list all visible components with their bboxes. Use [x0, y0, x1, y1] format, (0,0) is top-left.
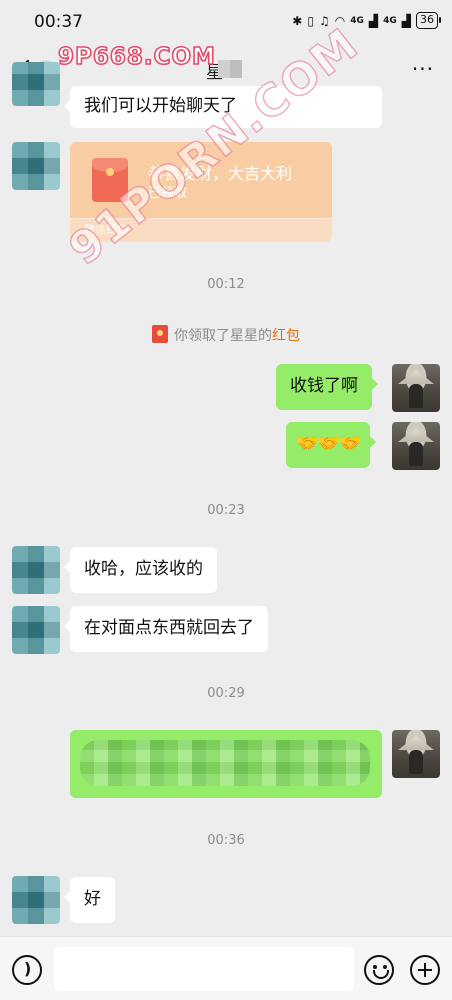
friend-avatar[interactable] [12, 546, 60, 594]
signal-2-icon: ▟ [401, 13, 411, 28]
status-time: 00:37 [34, 12, 83, 32]
watermark-top: 9P668.COM [57, 43, 216, 71]
self-avatar[interactable] [392, 730, 440, 778]
status-icons: ✱ ▯ ♫ ◠ 4G ▟ 4G ▟ 36 [292, 12, 441, 29]
timestamp: 00:12 [207, 277, 245, 292]
friend-avatar[interactable] [12, 62, 60, 106]
message-bubble-self-censored[interactable] [70, 730, 382, 798]
status-bar: 00:37 ✱ ▯ ♫ ◠ 4G ▟ 4G ▟ 36 [0, 0, 452, 44]
self-avatar[interactable] [392, 364, 440, 412]
friend-avatar[interactable] [12, 876, 60, 924]
timestamp: 00:23 [207, 503, 245, 518]
red-packet-link[interactable]: 红包 [272, 328, 300, 344]
friend-avatar[interactable] [12, 606, 60, 654]
signal-1-label: 4G [350, 15, 364, 26]
vibrate-icon: ▯ [307, 13, 314, 28]
message-bubble-friend[interactable]: 好 [64, 877, 115, 923]
system-message-text: 你领取了星星的 [174, 328, 272, 344]
bluetooth-icon: ✱ [292, 13, 303, 28]
input-bar [0, 936, 452, 1000]
message-bubble-friend[interactable]: 在对面点东西就回去了 [64, 606, 268, 652]
red-envelope-mini-icon [152, 325, 168, 343]
friend-avatar[interactable] [12, 142, 60, 190]
voice-input-icon[interactable] [12, 955, 42, 985]
system-message: 你领取了星星的红包 [0, 325, 452, 345]
more-options-icon[interactable]: ··· [412, 59, 434, 79]
message-bubble-self[interactable]: 收钱了啊 [276, 364, 378, 410]
battery-indicator: 36 [416, 12, 441, 29]
timestamp: 00:29 [207, 686, 245, 701]
message-bubble-self-emoji[interactable]: 🤝🤝🤝 [286, 422, 377, 468]
plus-icon[interactable] [410, 955, 440, 985]
timestamp: 00:36 [207, 833, 245, 848]
mosaic-censor [80, 740, 370, 786]
signal-1-icon: ▟ [368, 13, 379, 28]
self-avatar[interactable] [392, 422, 440, 470]
emoji-icon[interactable] [364, 955, 394, 985]
signal-2-label: 4G [383, 15, 397, 26]
message-bubble-friend[interactable]: 收哈，应该收的 [64, 547, 217, 593]
message-input[interactable] [54, 947, 354, 991]
title-mosaic-censor [218, 60, 242, 78]
